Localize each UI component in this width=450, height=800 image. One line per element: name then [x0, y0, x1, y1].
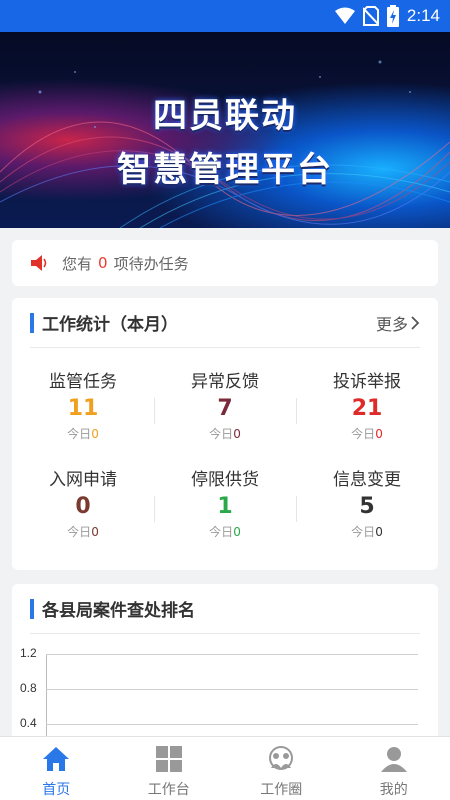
stat-today-label: 今日	[351, 525, 376, 539]
bottom-tab-bar: 首页 工作台 工作圈 我的	[0, 736, 450, 800]
user-icon	[380, 745, 407, 773]
notice-count: 0	[98, 254, 108, 272]
more-label: 更多	[375, 314, 408, 334]
no-sim-icon	[362, 6, 379, 26]
stat-today: 今日0	[154, 424, 296, 444]
stat-item-info-change[interactable]: 信息变更 5 今日0	[296, 468, 438, 566]
banner: 四员联动 智慧管理平台	[0, 32, 450, 228]
stat-today-label: 今日	[67, 525, 92, 539]
stat-today-label: 今日	[209, 525, 234, 539]
grid-icon	[155, 745, 182, 773]
battery-charging-icon	[386, 5, 399, 27]
stat-value: 7	[217, 396, 233, 421]
status-time: 2:14	[406, 6, 440, 25]
community-icon	[267, 745, 295, 773]
stat-label: 异常反馈	[191, 372, 259, 392]
stat-today: 今日0	[296, 522, 438, 542]
stats-row: 监管任务 11 今日0 异常反馈 7 今日0 投诉举报 21 今日0	[12, 370, 438, 468]
stat-label: 投诉举报	[333, 372, 401, 392]
stat-value: 5	[359, 494, 375, 519]
stat-today-count: 0	[233, 427, 241, 441]
status-bar: 2:14	[0, 0, 450, 32]
stat-value: 11	[67, 396, 99, 421]
stat-today-label: 今日	[67, 427, 92, 441]
stat-today: 今日0	[12, 522, 154, 542]
stat-today: 今日0	[296, 424, 438, 444]
section-accent-bar	[30, 598, 34, 619]
stats-row: 入网申请 0 今日0 停限供货 1 今日0 信息变更 5 今日0	[12, 468, 438, 566]
work-stats-header: 工作统计（本月） 更多	[30, 298, 420, 348]
stat-today-count: 0	[91, 427, 99, 441]
status-icons: 2:14	[334, 5, 440, 27]
stat-label: 监管任务	[49, 372, 117, 392]
todo-notice[interactable]: 您有 0 项待办任务	[12, 240, 438, 286]
banner-title-line1: 四员联动	[153, 96, 297, 136]
ranking-title: 各县局案件查处排名	[42, 601, 195, 621]
speaker-icon	[30, 254, 50, 272]
stat-today-label: 今日	[209, 427, 234, 441]
chart-gridline	[46, 724, 418, 725]
stat-value: 21	[351, 396, 383, 421]
stat-today-label: 今日	[351, 427, 376, 441]
section-accent-bar	[30, 312, 34, 333]
stat-label: 停限供货	[191, 470, 259, 490]
notice-suffix: 项待办任务	[113, 254, 189, 273]
y-tick-label: 0.8	[20, 681, 37, 695]
stat-label: 入网申请	[49, 470, 117, 490]
y-tick-label: 0.4	[20, 716, 37, 730]
y-tick-label: 1.2	[20, 646, 37, 660]
tab-label: 工作台	[147, 782, 190, 798]
ranking-header: 各县局案件查处排名	[30, 584, 420, 634]
stat-item-complaint[interactable]: 投诉举报 21 今日0	[296, 370, 438, 468]
stat-value: 1	[217, 494, 233, 519]
tab-mine[interactable]: 我的	[338, 737, 450, 800]
stat-item-anomaly[interactable]: 异常反馈 7 今日0	[154, 370, 296, 468]
stat-value: 0	[75, 494, 91, 519]
stat-today-count: 0	[233, 525, 241, 539]
home-icon	[42, 745, 70, 773]
county-ranking-card: 各县局案件查处排名 1.2 0.8 0.4	[12, 584, 438, 754]
chart-gridline	[46, 689, 418, 690]
stat-today: 今日0	[154, 522, 296, 542]
stat-item-supply-stop[interactable]: 停限供货 1 今日0	[154, 468, 296, 566]
stat-label: 信息变更	[333, 470, 401, 490]
tab-label: 首页	[42, 782, 71, 798]
stat-item-supervision[interactable]: 监管任务 11 今日0	[12, 370, 154, 468]
stats-grid: 监管任务 11 今日0 异常反馈 7 今日0 投诉举报 21 今日0 入网申请 …	[12, 370, 438, 566]
stat-today-count: 0	[375, 525, 383, 539]
work-stats-title: 工作统计（本月）	[42, 315, 178, 335]
stat-item-network-application[interactable]: 入网申请 0 今日0	[12, 468, 154, 566]
more-link[interactable]: 更多	[376, 311, 420, 335]
stat-today-count: 0	[91, 525, 99, 539]
chevron-right-icon	[411, 315, 420, 330]
banner-title-line2: 智慧管理平台	[117, 150, 333, 190]
tab-workbench[interactable]: 工作台	[113, 737, 226, 800]
tab-label: 我的	[379, 782, 408, 798]
tab-home[interactable]: 首页	[0, 737, 113, 800]
stat-today: 今日0	[12, 424, 154, 444]
stat-today-count: 0	[375, 427, 383, 441]
chart-gridline	[46, 654, 418, 655]
notice-prefix: 您有	[62, 254, 93, 273]
tab-label: 工作圈	[260, 782, 303, 798]
wifi-icon	[334, 7, 355, 24]
tab-work-circle[interactable]: 工作圈	[225, 737, 338, 800]
work-stats-card: 工作统计（本月） 更多 监管任务 11 今日0 异常反馈 7 今日0 投诉举报 …	[12, 298, 438, 570]
